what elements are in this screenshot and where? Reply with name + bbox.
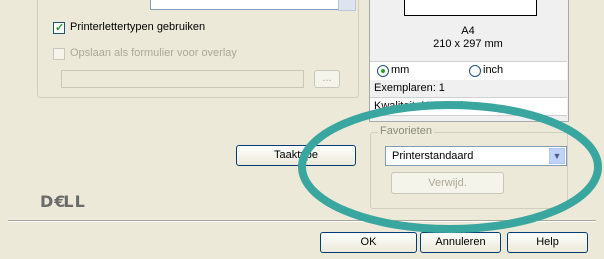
browse-button[interactable]: ...: [314, 70, 340, 88]
save-as-overlay-label: Opslaan als formulier voor overlay: [70, 47, 237, 59]
save-as-overlay-checkbox[interactable]: [53, 48, 65, 60]
use-printer-fonts-label: Printerlettertypen gebruiken: [70, 21, 206, 33]
paper-name: A4: [461, 25, 475, 37]
printer-properties-dialog: ✓ Printerlettertypen gebruiken Opslaan a…: [0, 0, 604, 259]
unit-inch-radio[interactable]: [469, 65, 481, 77]
cancel-button[interactable]: Annuleren: [420, 232, 501, 253]
radio-selected-dot: [381, 69, 385, 73]
help-button[interactable]: Help: [507, 232, 588, 253]
quality-row: Kwaliteit: Normaal: [370, 97, 567, 116]
favorites-legend: Favorieten: [378, 125, 434, 137]
delete-favorite-button[interactable]: Verwijd.: [391, 172, 504, 194]
dialog-right-border: [596, 0, 604, 259]
dell-logo: D€LL: [40, 192, 86, 211]
favorites-group: [370, 132, 568, 209]
paper-size: 210 x 297 mm: [433, 38, 503, 50]
copies-row: Exemplaren: 1: [370, 80, 567, 96]
checkmark-icon: ✓: [55, 22, 65, 34]
use-printer-fonts-checkbox[interactable]: ✓: [53, 22, 65, 34]
ok-button[interactable]: OK: [320, 232, 417, 253]
font-dropdown-button[interactable]: [338, 0, 356, 11]
copies-label: Exemplaren: 1: [374, 82, 445, 94]
chevron-down-icon[interactable]: ▼: [549, 148, 565, 164]
quality-label: Kwaliteit: Normaal: [374, 100, 463, 112]
font-dropdown[interactable]: [150, 0, 345, 10]
unit-selector: mm inch: [370, 61, 567, 81]
dialog-left-border: [0, 0, 8, 259]
paper-preview: [404, 0, 537, 16]
unit-mm-label: mm: [391, 64, 410, 76]
favorites-dropdown[interactable]: Printerstandaard ▼: [385, 146, 567, 166]
overlay-path-field[interactable]: [61, 70, 304, 88]
favorites-selected-value: Printerstandaard: [392, 150, 474, 162]
unit-inch-label: inch: [483, 64, 504, 76]
job-type-button[interactable]: Taaktype: [236, 145, 356, 166]
footer-separator: [8, 220, 596, 222]
unit-mm-radio[interactable]: [377, 65, 389, 77]
